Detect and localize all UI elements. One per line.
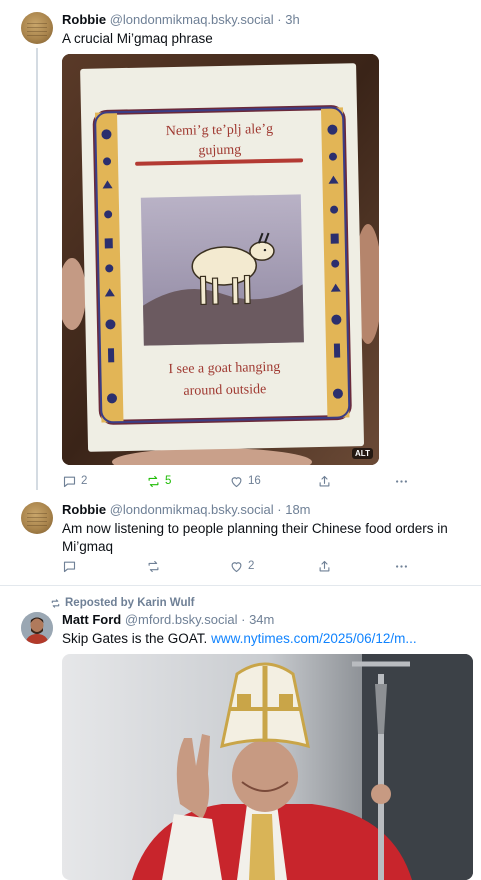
avatar[interactable] bbox=[21, 612, 53, 644]
author-handle[interactable]: @mford.bsky.social bbox=[125, 612, 238, 627]
card-caption-line2: around outside bbox=[183, 382, 266, 399]
post-image[interactable] bbox=[62, 654, 473, 880]
card-title-line1: Nemi’g te’plj ale’g bbox=[166, 122, 274, 139]
post-link[interactable]: www.nytimes.com/2025/06/12/m... bbox=[211, 631, 417, 646]
reply-button[interactable]: 2 bbox=[62, 472, 87, 490]
like-count: 2 bbox=[248, 560, 255, 572]
repost-button[interactable]: 5 bbox=[146, 472, 171, 490]
share-icon bbox=[319, 475, 330, 486]
post-header: Robbie @londonmikmaq.bsky.social · 18m bbox=[62, 502, 311, 517]
post-text-line1: Am now listening to people planning thei… bbox=[62, 521, 448, 536]
card-photo: Nemi’g te’plj ale’g gujumg I see a goat … bbox=[62, 54, 379, 465]
post-actions: 2 5 16 bbox=[62, 472, 422, 490]
reply-count: 2 bbox=[81, 475, 88, 487]
post-text-line2: Mi’gmaq bbox=[62, 539, 114, 554]
post-text: A crucial Mi’gmaq phrase bbox=[62, 31, 213, 46]
post-image[interactable]: Nemi’g te’plj ale’g gujumg I see a goat … bbox=[62, 54, 379, 465]
more-button[interactable] bbox=[394, 557, 409, 575]
repost-indicator[interactable]: Reposted by Karin Wulf bbox=[50, 597, 195, 609]
author-handle[interactable]: @londonmikmaq.bsky.social bbox=[110, 12, 274, 27]
share-button[interactable] bbox=[317, 472, 332, 490]
author-name[interactable]: Robbie bbox=[62, 502, 106, 517]
author-name[interactable]: Robbie bbox=[62, 12, 106, 27]
heart-icon bbox=[231, 561, 242, 572]
share-icon bbox=[319, 560, 330, 571]
like-count: 16 bbox=[248, 475, 261, 487]
post-text: Skip Gates is the GOAT. www.nytimes.com/… bbox=[62, 630, 417, 648]
author-name[interactable]: Matt Ford bbox=[62, 612, 121, 627]
pope-photo bbox=[62, 654, 473, 880]
repost-icon bbox=[148, 560, 159, 572]
post-text-body: Skip Gates is the GOAT. bbox=[62, 631, 208, 646]
card-title-line2: gujumg bbox=[198, 143, 241, 159]
reply-icon bbox=[63, 561, 76, 572]
avatar[interactable] bbox=[21, 502, 53, 534]
alt-badge[interactable]: ALT bbox=[352, 448, 373, 459]
post-time[interactable]: · 34m bbox=[241, 612, 274, 627]
repost-count: 5 bbox=[165, 475, 172, 487]
post-divider bbox=[0, 585, 481, 586]
heart-icon bbox=[231, 476, 242, 487]
like-button[interactable]: 2 bbox=[229, 557, 254, 575]
share-button[interactable] bbox=[317, 557, 332, 575]
more-button[interactable] bbox=[394, 472, 409, 490]
post-time[interactable]: · 18m bbox=[277, 502, 310, 517]
like-button[interactable]: 16 bbox=[229, 472, 261, 490]
repost-icon bbox=[148, 475, 159, 487]
avatar[interactable] bbox=[21, 12, 53, 44]
repost-label: Reposted by Karin Wulf bbox=[65, 597, 195, 609]
post-header: Matt Ford @mford.bsky.social · 34m bbox=[62, 612, 274, 627]
reply-button[interactable] bbox=[62, 557, 77, 575]
card-caption-line1: I see a goat hanging bbox=[168, 360, 280, 377]
repost-button[interactable] bbox=[146, 557, 161, 575]
more-icon bbox=[396, 479, 407, 483]
post-time[interactable]: · 3h bbox=[277, 12, 299, 27]
repost-icon bbox=[51, 598, 60, 608]
thread-line bbox=[36, 48, 38, 490]
author-handle[interactable]: @londonmikmaq.bsky.social bbox=[110, 502, 274, 517]
avatar-photo bbox=[21, 612, 53, 644]
more-icon bbox=[396, 564, 407, 568]
post-header: Robbie @londonmikmaq.bsky.social · 3h bbox=[62, 12, 300, 27]
reply-icon bbox=[63, 476, 76, 487]
post-actions: 2 bbox=[62, 557, 422, 575]
